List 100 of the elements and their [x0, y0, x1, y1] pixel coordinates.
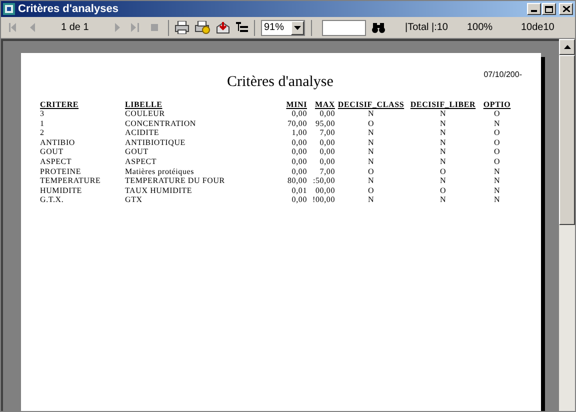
table-cell-text: :50,00 — [312, 176, 335, 186]
binoculars-icon[interactable] — [372, 22, 385, 33]
up-arrow-icon — [564, 45, 570, 49]
close-button[interactable] — [559, 3, 573, 15]
table-cell-text: N — [366, 176, 376, 186]
table-cell-text: N — [438, 147, 448, 158]
report-date: 07/10/200- — [484, 69, 522, 81]
table-cell-text: ANTIBIO — [40, 138, 76, 148]
table-cell-text: 0,00 — [318, 109, 335, 119]
column-header: DECISIF_CLASS — [336, 100, 406, 110]
table-cell-text: O — [492, 138, 502, 148]
table-cell-text: N — [438, 195, 448, 206]
table-cell-text: ASPECT — [125, 157, 158, 167]
caret-icon — [294, 26, 301, 30]
table-cell-text: N — [366, 128, 376, 138]
table-cell-text: ANTIBIOTIQUE — [125, 138, 186, 148]
table-cell-text: CONCENTRATION — [125, 118, 198, 128]
table-cell-text: N — [366, 157, 376, 167]
table-cell-text: O — [366, 118, 376, 128]
table-cell-text: G.T.X. — [40, 195, 65, 206]
scroll-up-button[interactable] — [559, 39, 575, 55]
table-cell-text: 80,00 — [286, 176, 307, 186]
table-cell-text: PROTEINE — [40, 166, 82, 176]
table-cell-text: HUMIDITE — [40, 186, 83, 196]
table-cell-text: TEMPERATURE DU FOUR — [125, 176, 226, 186]
table-cell-text: O — [492, 157, 502, 167]
window-title: Critères d'analyses — [18, 2, 118, 17]
table-cell-text: N — [366, 147, 376, 158]
count-label: 10de10 — [521, 21, 554, 35]
table-cell-text: 0,00 — [318, 157, 335, 167]
table-cell-text: 0,00 — [318, 138, 335, 148]
maximize-button[interactable] — [542, 3, 556, 15]
table-cell-text: ASPECT — [40, 157, 73, 167]
table-cell-text: N — [438, 138, 448, 148]
table-cell-text: 70,00 — [286, 118, 307, 128]
table-cell-text: N — [366, 195, 376, 206]
table-cell-text: 2 — [40, 128, 46, 138]
table-cell-text: GOUT — [125, 147, 150, 158]
search-field[interactable] — [322, 20, 366, 36]
maximize-icon — [545, 6, 553, 12]
table-cell-text: 1 — [40, 118, 46, 128]
table-cell-text: N — [492, 186, 502, 196]
table-cell-text: 3 — [40, 109, 46, 119]
table-cell-text: 0,00 — [290, 138, 307, 148]
total-label: |Total |:10 — [405, 21, 449, 35]
tree-icon[interactable] — [236, 22, 248, 33]
table-cell-text: TEMPERATURE — [40, 176, 102, 186]
export-icon[interactable] — [216, 21, 230, 34]
page-indicator: 1 de 1 — [61, 21, 90, 35]
table-cell-text: 0,00 — [290, 195, 307, 206]
table-cell-text: GOUT — [40, 147, 64, 158]
table-cell-text: N — [492, 166, 502, 176]
report-title: Critères d'analyse — [227, 73, 334, 92]
printer-icon[interactable] — [175, 21, 189, 34]
table-cell-text: N — [438, 109, 448, 119]
table-cell-text: N — [492, 195, 502, 206]
table-cell-text: 0,00 — [290, 166, 307, 176]
column-header: MAX — [314, 100, 335, 110]
table-cell-text: O — [438, 166, 448, 176]
scroll-thumb[interactable] — [559, 55, 575, 225]
table-cell-text: O — [492, 128, 502, 138]
table-cell-text: !00,00 — [312, 195, 335, 206]
table-cell-text: N — [438, 128, 448, 138]
table-cell-text: N — [492, 176, 502, 186]
table-cell-text: 0,00 — [290, 157, 307, 167]
table-cell-text: 0,00 — [290, 109, 307, 119]
table-cell-text: 00,00 — [314, 186, 335, 196]
table-cell-text: O — [366, 186, 376, 196]
table-cell-text: N — [492, 118, 502, 128]
table-cell-text: N — [438, 157, 448, 167]
table-cell-text: COULEUR — [125, 109, 166, 119]
minimize-icon — [531, 10, 537, 12]
column-header: OPTIO — [482, 100, 512, 110]
table-cell-text: 1,00 — [290, 128, 307, 138]
table-cell-text: 7,00 — [318, 128, 335, 138]
table-cell-text: 7,00 — [318, 166, 335, 176]
table-cell-text: TAUX HUMIDITE — [125, 186, 194, 196]
percent-label: 100% — [467, 21, 494, 35]
close-icon — [562, 6, 570, 12]
minimize-button[interactable] — [527, 3, 541, 15]
table-cell-text: N — [438, 118, 448, 128]
table-cell-text: 0,01 — [290, 186, 307, 196]
column-header: CRITERE — [40, 100, 80, 110]
column-header: LIBELLE — [125, 100, 164, 110]
column-header: DECISIF_LIBER — [409, 100, 477, 110]
table-cell-text: O — [366, 166, 376, 176]
printer-setup-icon[interactable] — [195, 21, 210, 34]
column-header: MINI — [285, 100, 307, 110]
table-cell-text: 0,00 — [318, 147, 335, 158]
table-cell-text: 95,00 — [314, 118, 335, 128]
zoom-dropdown[interactable]: 91% — [261, 20, 305, 36]
table-cell-text: 0,00 — [290, 147, 307, 158]
table-cell-text: GTX — [125, 195, 144, 206]
table-cell-text: O — [492, 147, 502, 158]
table-cell-text: ACIDITE — [125, 128, 160, 138]
table-cell-text: N — [438, 176, 448, 186]
vertical-scrollbar[interactable] — [559, 39, 575, 411]
table-cell-text: O — [438, 186, 448, 196]
table-cell-text: N — [366, 138, 376, 148]
table-cell-text: O — [492, 109, 502, 119]
